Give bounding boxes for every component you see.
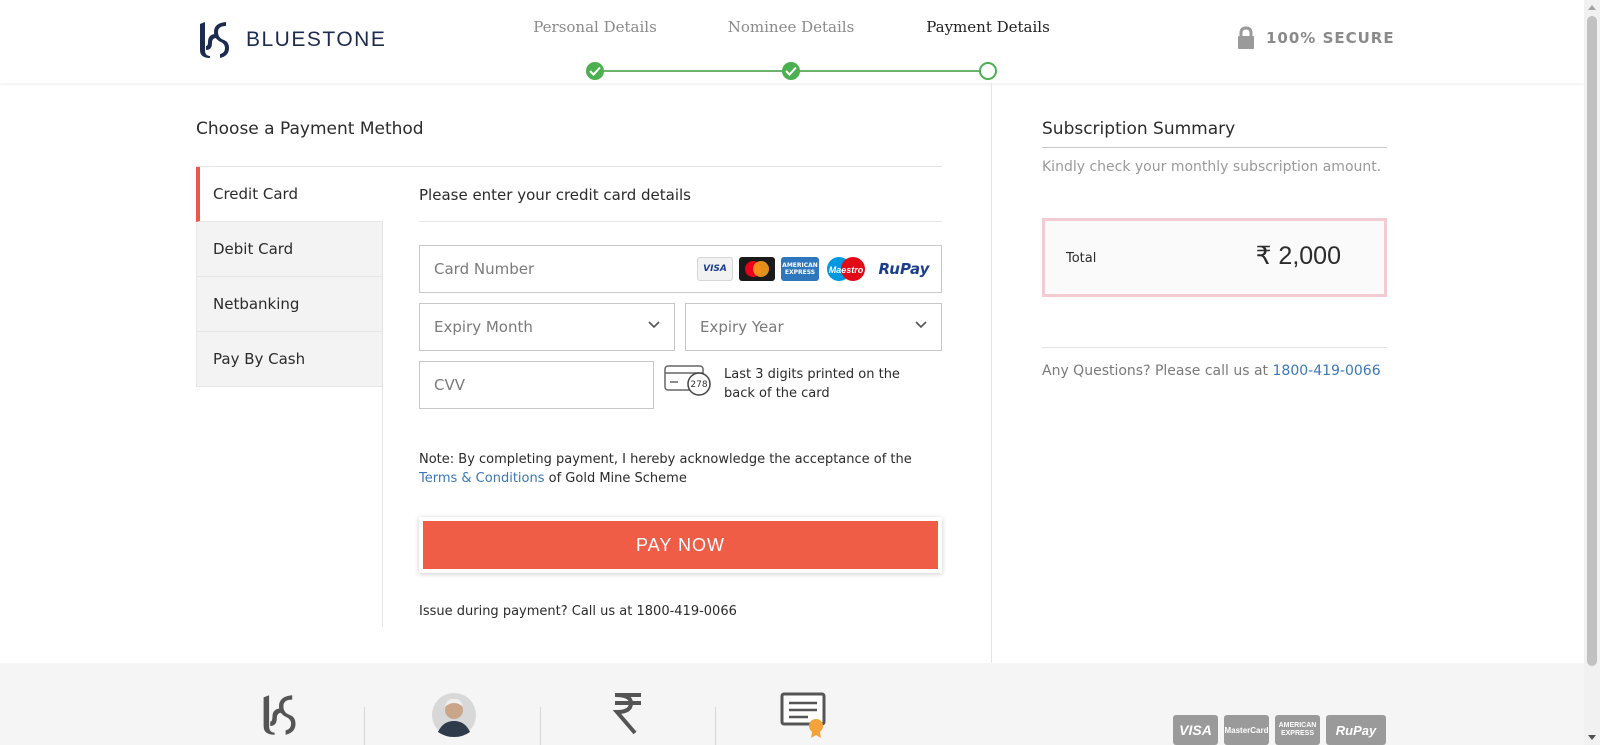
total-box: Total ₹ 2,000: [1042, 218, 1387, 297]
scroll-down-arrow-icon[interactable]: [1588, 735, 1596, 740]
mastercard-logo-icon: [739, 257, 775, 281]
step-current-circle-icon: [979, 62, 997, 80]
divider: [419, 221, 942, 222]
step-done-check-icon: [586, 62, 604, 80]
questions-text: Any Questions? Please call us at 1800-41…: [1042, 363, 1381, 379]
cvv-hint-text: Last 3 digits printed on the back of the…: [724, 367, 900, 401]
rupee-icon: [612, 693, 641, 735]
tab-pay-by-cash[interactable]: Pay By Cash: [196, 332, 383, 387]
tab-netbanking[interactable]: Netbanking: [196, 277, 383, 332]
step-done-check-icon: [782, 62, 800, 80]
footer-accepted-cards: VISA MasterCard AMERICAN EXPRESS RuPay: [1173, 715, 1386, 745]
brand-logo[interactable]: BLUESTONE: [196, 20, 386, 60]
bluestone-logo-icon: [200, 22, 229, 58]
summary-title: Subscription Summary: [1042, 119, 1236, 139]
lock-icon: [1238, 26, 1254, 49]
pay-now-container: PAY NOW: [419, 517, 942, 573]
cvv-placeholder: CVV: [434, 376, 465, 394]
expiry-year-placeholder: Expiry Year: [700, 318, 784, 336]
step-payment-details: Payment Details: [926, 18, 1050, 36]
secure-label: 100% SECURE: [1266, 29, 1395, 47]
scroll-up-arrow-icon[interactable]: [1588, 5, 1596, 10]
cvv-example: 278: [690, 380, 707, 390]
payment-issue-text: Issue during payment? Call us at 1800-41…: [419, 604, 737, 619]
secure-badge: 100% SECURE: [1236, 26, 1395, 50]
footer: VISA MasterCard AMERICAN EXPRESS RuPay: [0, 663, 1584, 745]
amex-logo-icon: AMERICAN EXPRESS: [781, 257, 819, 281]
note-suffix: of Gold Mine Scheme: [548, 471, 687, 486]
tab-credit-card[interactable]: Credit Card: [196, 167, 383, 222]
founder-portrait-icon: [432, 693, 476, 737]
brand-name: BLUESTONE: [246, 28, 387, 51]
expiry-month-placeholder: Expiry Month: [434, 318, 533, 336]
divider: [991, 83, 992, 663]
questions-prefix: Any Questions? Please call us at: [1042, 363, 1269, 379]
visa-logo-icon: VISA: [697, 257, 733, 281]
checkout-steps: Personal Details Nominee Details Payment…: [520, 18, 1070, 80]
amex-logo-icon: AMERICAN EXPRESS: [1275, 715, 1320, 745]
vertical-scrollbar[interactable]: [1584, 0, 1600, 745]
certificate-icon: [780, 692, 826, 738]
divider: [364, 707, 365, 745]
card-number-input[interactable]: Card Number VISA AMERICAN EXPRESS Maestro…: [419, 245, 942, 293]
rupay-logo-icon: RuPay: [878, 260, 930, 278]
accepted-cards: VISA AMERICAN EXPRESS Maestro RuPay: [697, 257, 935, 281]
scroll-thumb[interactable]: [1587, 16, 1597, 666]
step-nominee-details: Nominee Details: [727, 18, 855, 36]
chevron-down-icon: [648, 321, 660, 329]
pay-now-button[interactable]: PAY NOW: [423, 521, 938, 569]
terms-link[interactable]: Terms & Conditions: [419, 471, 545, 486]
payment-method-title: Choose a Payment Method: [196, 119, 424, 139]
terms-note: Note: By completing payment, I hereby ac…: [419, 450, 949, 488]
chevron-down-icon: [915, 321, 927, 329]
step-personal-details: Personal Details: [533, 18, 657, 36]
card-back-icon: 278: [664, 365, 711, 396]
expiry-month-select[interactable]: Expiry Month: [419, 303, 675, 351]
cvv-hint: 278 Last 3 digits printed on the back of…: [664, 365, 924, 403]
note-prefix: Note: By completing payment, I hereby ac…: [419, 452, 912, 467]
visa-logo-icon: VISA: [1173, 715, 1218, 745]
payment-method-tabs: Credit Card Debit Card Netbanking Pay By…: [196, 167, 383, 387]
cvv-input[interactable]: CVV: [419, 361, 654, 409]
summary-subtitle: Kindly check your monthly subscription a…: [1042, 159, 1382, 175]
rupay-logo-icon: RuPay: [1326, 715, 1386, 745]
card-number-placeholder: Card Number: [434, 260, 535, 278]
total-label: Total: [1066, 251, 1097, 266]
svg-text:Maestro: Maestro: [829, 265, 864, 275]
divider: [382, 222, 383, 627]
phone-link[interactable]: 1800-419-0066: [1273, 363, 1381, 379]
divider: [540, 707, 541, 745]
bluestone-logo-icon: [263, 695, 296, 735]
card-form-title: Please enter your credit card details: [419, 186, 691, 204]
divider: [1042, 347, 1387, 348]
expiry-year-select[interactable]: Expiry Year: [685, 303, 942, 351]
maestro-logo-icon: Maestro: [825, 257, 867, 281]
mastercard-logo-icon: MasterCard: [1224, 715, 1269, 745]
divider: [1042, 147, 1387, 148]
header: BLUESTONE Personal Details Nominee Detai…: [0, 0, 1584, 83]
divider: [715, 707, 716, 745]
tab-debit-card[interactable]: Debit Card: [196, 222, 383, 277]
total-amount: ₹ 2,000: [1255, 242, 1341, 270]
